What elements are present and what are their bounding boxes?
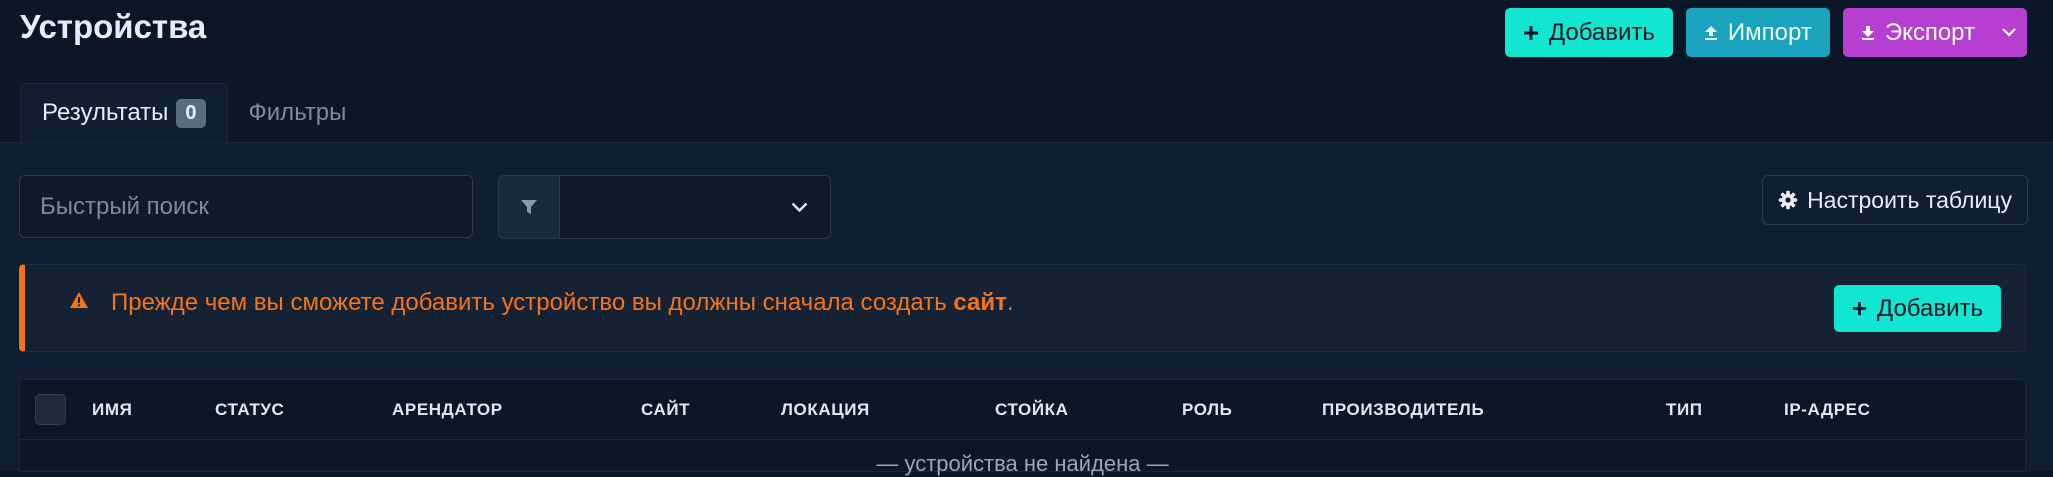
export-dropdown-toggle[interactable] <box>1991 8 2027 57</box>
configure-table-label: Настроить таблицу <box>1807 186 2012 213</box>
warning-triangle-icon <box>70 292 88 308</box>
alert-text-after: . <box>1006 289 1014 316</box>
add-site-button-label: Добавить <box>1876 294 1983 322</box>
page-actions: Добавить Импорт Экспорт <box>1504 8 2027 57</box>
tab-filters-label: Фильтры <box>248 98 347 126</box>
column-header-tenant[interactable]: АРЕНДАТОР <box>392 400 503 420</box>
export-button[interactable]: Экспорт <box>1842 8 2027 57</box>
alert-text-before: Прежде чем вы сможете добавить устройств… <box>111 289 954 316</box>
import-button[interactable]: Импорт <box>1685 8 1830 57</box>
results-panel: Настроить таблицу Прежде чем вы сможете … <box>0 142 2053 476</box>
warning-alert: Прежде чем вы сможете добавить устройств… <box>19 264 2026 352</box>
tab-filters[interactable]: Фильтры <box>228 83 368 142</box>
tab-results-label: Результаты <box>42 99 169 126</box>
chevron-down-icon <box>791 202 808 212</box>
page-title: Устройства <box>20 8 207 45</box>
plus-icon <box>1523 25 1538 40</box>
filter-dropdown[interactable] <box>560 176 830 238</box>
tab-results[interactable]: Результаты 0 <box>20 83 228 142</box>
column-header-role[interactable]: РОЛЬ <box>1182 400 1232 420</box>
filter-icon <box>521 200 537 214</box>
gear-icon <box>1778 190 1798 210</box>
download-icon <box>1861 25 1874 40</box>
column-header-site[interactable]: САЙТ <box>641 400 690 420</box>
quick-search-input[interactable] <box>19 175 473 238</box>
column-header-status[interactable]: СТАТУС <box>215 400 284 420</box>
add-site-button[interactable]: Добавить <box>1833 285 2001 332</box>
empty-table-message: — устройства не найдена — <box>876 451 1169 476</box>
filter-addon <box>499 176 560 238</box>
configure-table-button[interactable]: Настроить таблицу <box>1762 175 2028 225</box>
column-header-location[interactable]: ЛОКАЦИЯ <box>781 400 870 420</box>
chevron-down-icon <box>2002 28 2016 37</box>
upload-icon <box>1704 25 1717 40</box>
column-header-name[interactable]: ИМЯ <box>92 400 132 420</box>
create-site-link[interactable]: сайт <box>953 289 1007 316</box>
add-button[interactable]: Добавить <box>1504 8 1673 57</box>
column-header-manufacturer[interactable]: ПРОИЗВОДИТЕЛЬ <box>1322 400 1484 420</box>
table-header: ИМЯ СТАТУС АРЕНДАТОР САЙТ ЛОКАЦИЯ СТОЙКА… <box>20 380 2025 440</box>
import-button-label: Импорт <box>1727 18 1812 46</box>
plus-icon <box>1852 301 1866 316</box>
column-header-type[interactable]: ТИП <box>1666 400 1703 420</box>
select-all-checkbox[interactable] <box>35 394 66 425</box>
export-button-label: Экспорт <box>1884 18 1975 46</box>
saved-filter-select <box>498 175 831 239</box>
column-header-rack[interactable]: СТОЙКА <box>995 400 1069 420</box>
devices-table: ИМЯ СТАТУС АРЕНДАТОР САЙТ ЛОКАЦИЯ СТОЙКА… <box>19 379 2026 476</box>
column-header-ip-address[interactable]: IP-АДРЕС <box>1784 400 1871 420</box>
add-button-label: Добавить <box>1548 18 1655 46</box>
results-tabs: Результаты 0 Фильтры <box>20 83 367 142</box>
alert-message: Прежде чем вы сможете добавить устройств… <box>111 289 1014 317</box>
results-count-badge: 0 <box>176 98 206 128</box>
